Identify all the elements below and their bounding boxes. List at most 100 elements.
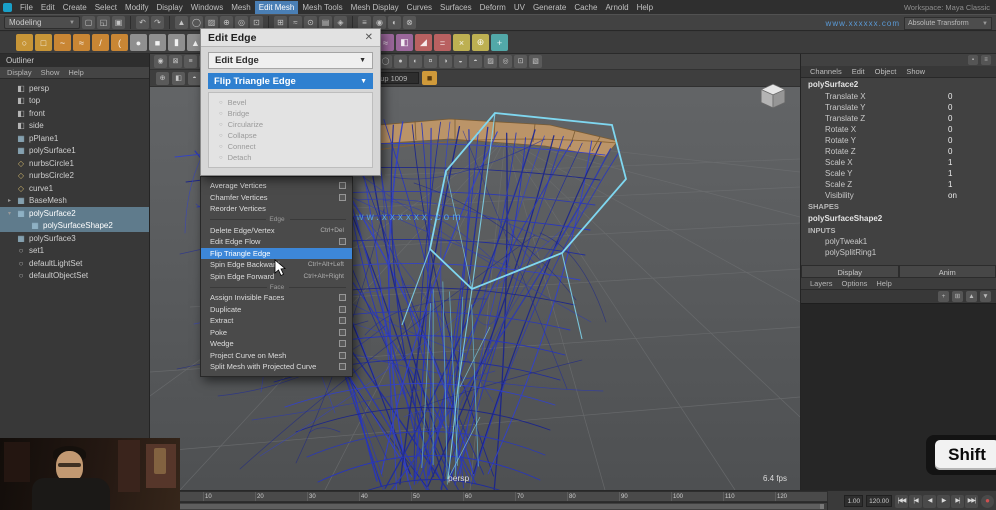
current-frame-field[interactable]: 1.00: [844, 495, 863, 507]
channel-box-menu-item[interactable]: Show: [906, 67, 925, 76]
menu-item[interactable]: Edge: [201, 215, 352, 225]
menu-item[interactable]: Reorder Vertices: [201, 203, 352, 215]
menu-item[interactable]: Split Mesh with Projected Curve: [201, 361, 352, 373]
lights-icon[interactable]: ¤: [424, 55, 437, 68]
timeline-tick[interactable]: 90: [619, 492, 671, 501]
channel-row[interactable]: Translate X 0: [801, 91, 996, 102]
ep-curve-icon[interactable]: ≈: [73, 34, 90, 51]
channel-row[interactable]: Scale Y 1: [801, 168, 996, 179]
collapse-icon[interactable]: ≡: [981, 55, 991, 65]
channel-value[interactable]: 0: [948, 147, 986, 156]
nurbs-square-icon[interactable]: □: [35, 34, 52, 51]
menubar-item[interactable]: Surfaces: [436, 1, 476, 14]
outliner-menu-item[interactable]: Show: [41, 68, 60, 77]
outliner-row[interactable]: ▦ polySurfaceShape2: [0, 220, 149, 233]
select-tool-icon[interactable]: ▲: [175, 16, 188, 29]
poly-sphere-icon[interactable]: ●: [130, 34, 147, 51]
pin-icon[interactable]: ▪: [968, 55, 978, 65]
symmetry-icon[interactable]: ◧: [172, 72, 185, 85]
menubar-item[interactable]: Create: [59, 1, 91, 14]
layer-editor-menu-item[interactable]: Layers: [810, 279, 833, 288]
menu-item[interactable]: Extract: [201, 315, 352, 327]
outliner-row[interactable]: ▦ polySurface3: [0, 232, 149, 245]
option-box-icon[interactable]: [339, 194, 346, 201]
input-node-row[interactable]: polyTweak1: [801, 236, 996, 247]
combobox-option[interactable]: ○ Collapse: [209, 130, 372, 141]
time-slider[interactable]: 1 10 20 30 40 50 60 70 80 90 100 110 120: [150, 491, 828, 502]
move-layer-up-icon[interactable]: ▲: [966, 291, 977, 302]
outliner-row[interactable]: ○ defaultLightSet: [0, 257, 149, 270]
timeline-tick[interactable]: 120: [775, 492, 827, 501]
combobox-option[interactable]: ○ Bridge: [209, 108, 372, 119]
menu-item[interactable]: Flip Triangle Edge: [201, 248, 352, 260]
menubar-item[interactable]: Curves: [403, 1, 436, 14]
timeline-tick[interactable]: 30: [307, 492, 359, 501]
motion-blur-icon[interactable]: ◓: [469, 55, 482, 68]
go-to-end-button[interactable]: ▶▶|: [965, 495, 978, 508]
menu-item[interactable]: Face: [201, 282, 352, 292]
menubar-item[interactable]: Edit: [37, 1, 59, 14]
new-layer-icon[interactable]: +: [938, 291, 949, 302]
outliner-row[interactable]: ◧ front: [0, 107, 149, 120]
channel-row[interactable]: Scale X 1: [801, 157, 996, 168]
nurbs-circle-icon[interactable]: ○: [16, 34, 33, 51]
new-scene-icon[interactable]: ▢: [82, 16, 95, 29]
menu-item[interactable]: Delete Edge/Vertex Ctrl+Del: [201, 225, 352, 237]
mirror-icon[interactable]: ◧: [396, 34, 413, 51]
timeline-tick[interactable]: 60: [463, 492, 515, 501]
xray-icon[interactable]: ▧: [529, 55, 542, 68]
menu-item[interactable]: Average Vertices: [201, 180, 352, 192]
channel-value[interactable]: 0: [948, 136, 986, 145]
layer-editor-menu-item[interactable]: Options: [842, 279, 868, 288]
menubar-item[interactable]: Help: [633, 1, 657, 14]
viewport-snap-icon[interactable]: ⊕: [156, 72, 169, 85]
channel-row[interactable]: Rotate Z 0: [801, 146, 996, 157]
quad-draw-icon[interactable]: +: [491, 34, 508, 51]
bevel-icon[interactable]: ◢: [415, 34, 432, 51]
isolate-select-icon[interactable]: ⊡: [514, 55, 527, 68]
menu-item[interactable]: Edit Edge Flow: [201, 236, 352, 248]
combobox-selected-option[interactable]: Flip Triangle Edge ▼: [208, 73, 373, 89]
auto-key-icon[interactable]: ●: [981, 495, 994, 508]
redo-icon[interactable]: ↷: [151, 16, 164, 29]
expand-arrow-icon[interactable]: ▾: [6, 210, 13, 217]
status-icon[interactable]: [169, 16, 170, 29]
channel-value[interactable]: 0: [948, 114, 986, 123]
combobox-option[interactable]: ○ Connect: [209, 141, 372, 152]
option-box-icon[interactable]: [339, 294, 346, 301]
render-settings-icon[interactable]: ⊗: [403, 16, 416, 29]
menu-item[interactable]: Poke: [201, 327, 352, 339]
option-box-icon[interactable]: [339, 238, 346, 245]
channel-value[interactable]: 1: [948, 169, 986, 178]
undo-icon[interactable]: ↶: [136, 16, 149, 29]
ipr-render-icon[interactable]: ◐: [388, 16, 401, 29]
anti-alias-icon[interactable]: ▨: [484, 55, 497, 68]
status-icon[interactable]: [130, 16, 131, 29]
new-layer-selected-icon[interactable]: ⊞: [952, 291, 963, 302]
range-end-handle[interactable]: [820, 504, 824, 509]
menubar-item[interactable]: Windows: [187, 1, 227, 14]
edge-command-combobox[interactable]: Edit Edge ▼: [208, 52, 373, 69]
move-layer-down-icon[interactable]: ▼: [980, 291, 991, 302]
step-forward-button[interactable]: ▶|: [951, 495, 964, 508]
shaded-mode-icon[interactable]: ●: [394, 55, 407, 68]
outliner-row[interactable]: ◇ curve1: [0, 182, 149, 195]
shape-node-name[interactable]: polySurfaceShape2: [801, 212, 996, 225]
play-backwards-button[interactable]: ◀: [923, 495, 936, 508]
range-slider-bar[interactable]: [154, 504, 824, 509]
option-box-icon[interactable]: [339, 317, 346, 324]
combobox-option[interactable]: ○ Bevel: [209, 97, 372, 108]
bridge-icon[interactable]: =: [434, 34, 451, 51]
channel-row[interactable]: Scale Z 1: [801, 179, 996, 190]
view-gizmo-cube-icon[interactable]: [759, 82, 787, 115]
channel-row[interactable]: Visibility on: [801, 190, 996, 201]
combobox-option[interactable]: ○ Detach: [209, 152, 372, 163]
layer-editor-tab[interactable]: Anim: [899, 265, 996, 278]
option-box-icon[interactable]: [339, 182, 346, 189]
shadows-icon[interactable]: ◑: [439, 55, 452, 68]
menubar-item[interactable]: Cache: [570, 1, 601, 14]
menu-item[interactable]: Duplicate: [201, 304, 352, 316]
cv-curve-icon[interactable]: ~: [54, 34, 71, 51]
timeline-tick[interactable]: 40: [359, 492, 411, 501]
channel-value[interactable]: 1: [948, 180, 986, 189]
